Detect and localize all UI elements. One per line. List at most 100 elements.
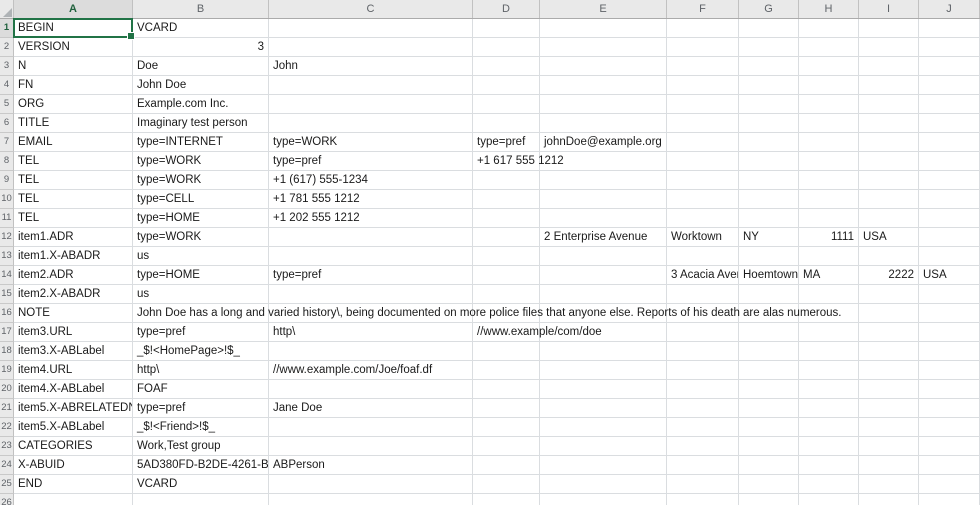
cell-H13[interactable] xyxy=(799,247,859,266)
cell-F22[interactable] xyxy=(667,418,739,437)
cell-C1[interactable] xyxy=(269,19,473,38)
cell-F2[interactable] xyxy=(667,38,739,57)
cell-F21[interactable] xyxy=(667,399,739,418)
cell-J22[interactable] xyxy=(919,418,980,437)
cell-H2[interactable] xyxy=(799,38,859,57)
cell-H10[interactable] xyxy=(799,190,859,209)
cell-E24[interactable] xyxy=(540,456,667,475)
column-header-I[interactable]: I xyxy=(859,0,919,18)
cell-D22[interactable] xyxy=(473,418,540,437)
row-header-15[interactable]: 15 xyxy=(0,285,14,304)
cell-C20[interactable] xyxy=(269,380,473,399)
cell-E18[interactable] xyxy=(540,342,667,361)
cell-F18[interactable] xyxy=(667,342,739,361)
cell-G8[interactable] xyxy=(739,152,799,171)
cell-E23[interactable] xyxy=(540,437,667,456)
cell-B15[interactable] xyxy=(133,285,269,304)
cell-J5[interactable] xyxy=(919,95,980,114)
cell-D3[interactable] xyxy=(473,57,540,76)
cell-I15[interactable] xyxy=(859,285,919,304)
cell-E2[interactable] xyxy=(540,38,667,57)
cell-I16[interactable] xyxy=(859,304,919,323)
row-header-16[interactable]: 16 xyxy=(0,304,14,323)
cell-H3[interactable] xyxy=(799,57,859,76)
cell-J1[interactable] xyxy=(919,19,980,38)
cell-J13[interactable] xyxy=(919,247,980,266)
cell-H1[interactable] xyxy=(799,19,859,38)
cell-J12[interactable] xyxy=(919,228,980,247)
cell-F10[interactable] xyxy=(667,190,739,209)
row-header-25[interactable]: 25 xyxy=(0,475,14,494)
cell-H9[interactable] xyxy=(799,171,859,190)
cell-E20[interactable] xyxy=(540,380,667,399)
cell-H20[interactable] xyxy=(799,380,859,399)
cell-F1[interactable] xyxy=(667,19,739,38)
cell-I4[interactable] xyxy=(859,76,919,95)
cell-J11[interactable] xyxy=(919,209,980,228)
row-header-21[interactable]: 21 xyxy=(0,399,14,418)
cell-H18[interactable] xyxy=(799,342,859,361)
cell-G10[interactable] xyxy=(739,190,799,209)
cell-F15[interactable] xyxy=(667,285,739,304)
cell-H25[interactable] xyxy=(799,475,859,494)
cell-G7[interactable] xyxy=(739,133,799,152)
cell-I13[interactable] xyxy=(859,247,919,266)
cell-E13[interactable] xyxy=(540,247,667,266)
row-header-9[interactable]: 9 xyxy=(0,171,14,190)
cell-I5[interactable] xyxy=(859,95,919,114)
row-header-13[interactable]: 13 xyxy=(0,247,14,266)
cell-E5[interactable] xyxy=(540,95,667,114)
row-header-22[interactable]: 22 xyxy=(0,418,14,437)
cell-I19[interactable] xyxy=(859,361,919,380)
cell-C6[interactable] xyxy=(269,114,473,133)
cell-C15[interactable] xyxy=(269,285,473,304)
row-header-23[interactable]: 23 xyxy=(0,437,14,456)
cell-H26[interactable] xyxy=(799,494,859,505)
cell-I25[interactable] xyxy=(859,475,919,494)
cell-J7[interactable] xyxy=(919,133,980,152)
cell-I22[interactable] xyxy=(859,418,919,437)
cell-F11[interactable] xyxy=(667,209,739,228)
cell-C13[interactable] xyxy=(269,247,473,266)
cell-I8[interactable] xyxy=(859,152,919,171)
cell-E6[interactable] xyxy=(540,114,667,133)
row-header-24[interactable]: 24 xyxy=(0,456,14,475)
cell-I6[interactable] xyxy=(859,114,919,133)
cell-J26[interactable] xyxy=(919,494,980,505)
cell-I20[interactable] xyxy=(859,380,919,399)
cell-G11[interactable] xyxy=(739,209,799,228)
cell-C3[interactable] xyxy=(269,57,473,76)
cell-I2[interactable] xyxy=(859,38,919,57)
cell-H21[interactable] xyxy=(799,399,859,418)
cell-J10[interactable] xyxy=(919,190,980,209)
cell-J8[interactable] xyxy=(919,152,980,171)
cell-B13[interactable] xyxy=(133,247,269,266)
cell-G26[interactable] xyxy=(739,494,799,505)
cell-G21[interactable] xyxy=(739,399,799,418)
cell-I9[interactable] xyxy=(859,171,919,190)
cell-D4[interactable] xyxy=(473,76,540,95)
cell-G4[interactable] xyxy=(739,76,799,95)
cell-E4[interactable] xyxy=(540,76,667,95)
cell-F26[interactable] xyxy=(667,494,739,505)
cell-G20[interactable] xyxy=(739,380,799,399)
row-header-20[interactable]: 20 xyxy=(0,380,14,399)
row-header-8[interactable]: 8 xyxy=(0,152,14,171)
row-header-10[interactable]: 10 xyxy=(0,190,14,209)
cell-D5[interactable] xyxy=(473,95,540,114)
row-header-18[interactable]: 18 xyxy=(0,342,14,361)
cell-F13[interactable] xyxy=(667,247,739,266)
cell-G18[interactable] xyxy=(739,342,799,361)
cell-H22[interactable] xyxy=(799,418,859,437)
cell-H6[interactable] xyxy=(799,114,859,133)
cell-C4[interactable] xyxy=(269,76,473,95)
cell-C25[interactable] xyxy=(269,475,473,494)
cell-F25[interactable] xyxy=(667,475,739,494)
row-header-7[interactable]: 7 xyxy=(0,133,14,152)
row-header-2[interactable]: 2 xyxy=(0,38,14,57)
cell-G22[interactable] xyxy=(739,418,799,437)
cell-G9[interactable] xyxy=(739,171,799,190)
cell-E25[interactable] xyxy=(540,475,667,494)
cell-D9[interactable] xyxy=(473,171,540,190)
cell-J16[interactable] xyxy=(919,304,980,323)
